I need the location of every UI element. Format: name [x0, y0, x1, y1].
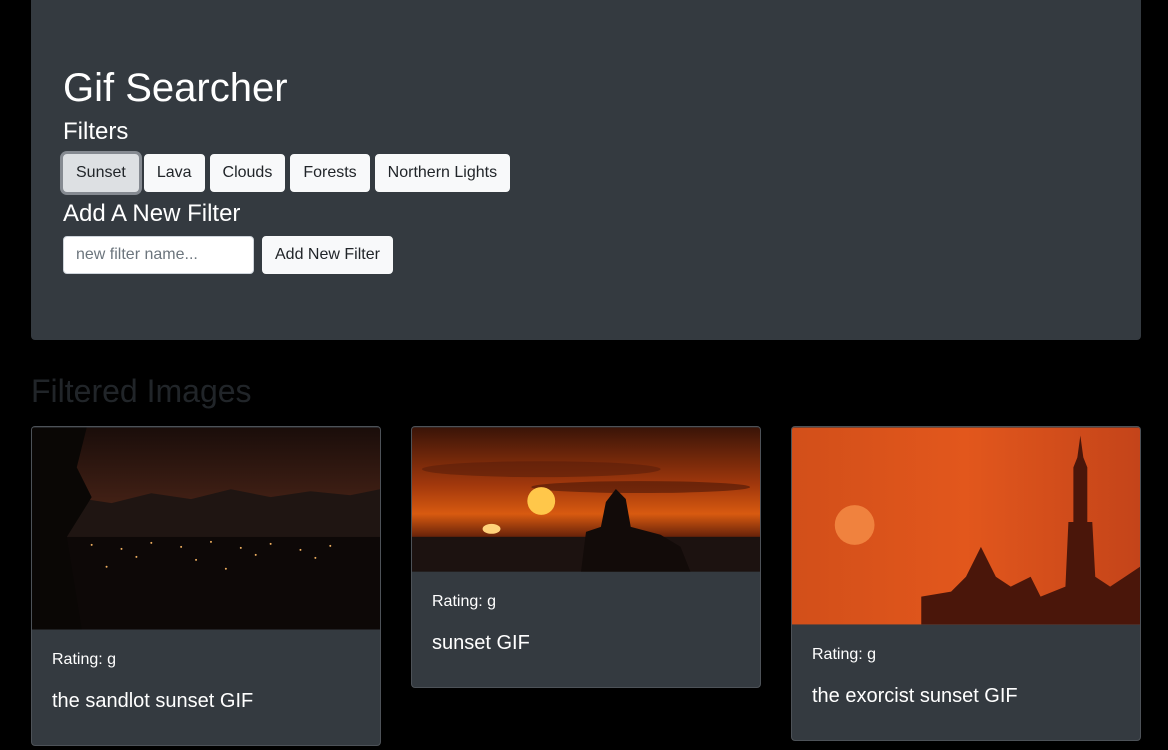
gif-image: [412, 427, 760, 572]
card-body: Rating: g the sandlot sunset GIF: [32, 630, 380, 713]
filter-button-lava[interactable]: Lava: [143, 154, 205, 192]
filter-button-forests[interactable]: Forests: [290, 154, 370, 192]
rating-label: Rating: g: [432, 593, 497, 610]
rating-label: Rating: g: [812, 646, 877, 663]
filtered-images-heading: Filtered Images: [31, 373, 252, 409]
filter-button-clouds[interactable]: Clouds: [209, 154, 286, 192]
card-title: the sandlot sunset GIF: [52, 690, 254, 712]
filter-button-northern-lights[interactable]: Northern Lights: [374, 154, 511, 192]
new-filter-input[interactable]: [63, 236, 254, 274]
gif-card[interactable]: Rating: g the sandlot sunset GIF: [31, 426, 381, 746]
gif-image: [32, 427, 380, 630]
card-body: Rating: g sunset GIF: [412, 572, 760, 655]
gif-image: [792, 427, 1140, 625]
add-new-filter-button[interactable]: Add New Filter: [262, 236, 393, 274]
filter-button-group: Sunset Lava Clouds Forests Northern Ligh…: [63, 154, 1109, 192]
rating-label: Rating: g: [52, 651, 117, 668]
add-filter-heading: Add A New Filter: [63, 200, 241, 227]
search-panel: Gif Searcher Filters Sunset Lava Clouds …: [31, 0, 1141, 340]
card-body: Rating: g the exorcist sunset GIF: [792, 625, 1140, 708]
card-title: the exorcist sunset GIF: [812, 685, 1018, 707]
filters-heading: Filters: [63, 118, 129, 145]
add-filter-form: Add New Filter: [63, 236, 1109, 274]
app-title: Gif Searcher: [63, 66, 288, 110]
gif-card[interactable]: Rating: g sunset GIF: [411, 426, 761, 688]
card-title: sunset GIF: [432, 632, 530, 654]
gif-card[interactable]: Rating: g the exorcist sunset GIF: [791, 426, 1141, 741]
filter-button-sunset[interactable]: Sunset: [63, 154, 139, 192]
